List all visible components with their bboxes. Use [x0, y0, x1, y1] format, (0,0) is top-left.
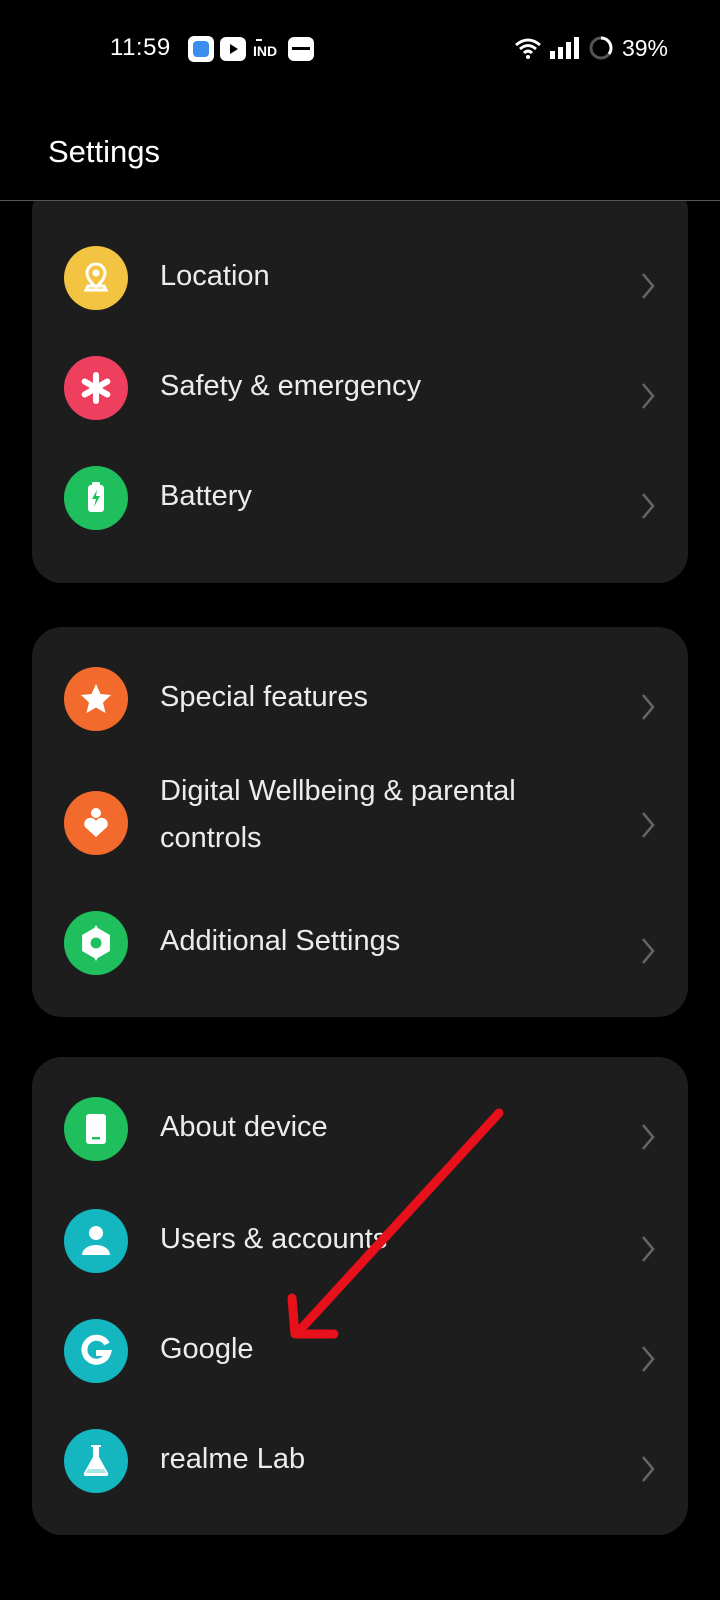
settings-item-safety[interactable]: Safety & emergency [32, 341, 688, 451]
item-label: Battery [160, 480, 252, 512]
settings-card-2: Special features Digital Wellbeing & par… [32, 627, 688, 1017]
chevron-right-icon [642, 812, 655, 838]
settings-card-1: Location Safety & emergency Battery [32, 201, 688, 583]
settings-list[interactable]: Location Safety & emergency Battery Spec… [0, 201, 720, 1600]
page-title: Settings [48, 134, 161, 169]
asterisk-icon [64, 356, 128, 420]
ind-icon: IND [253, 39, 277, 59]
item-label: Special features [160, 681, 368, 713]
signal-icon [549, 37, 579, 59]
chevron-right-icon [642, 273, 655, 299]
user-icon [64, 1209, 128, 1273]
settings-item-battery[interactable]: Battery [32, 451, 688, 561]
gear-icon [64, 911, 128, 975]
svg-text:IND: IND [253, 43, 277, 59]
status-bar: 11:59 IND 39% [0, 0, 720, 96]
item-label: Users & accounts [160, 1223, 388, 1255]
chevron-right-icon [642, 1124, 655, 1150]
settings-item-google[interactable]: Google [32, 1297, 688, 1407]
wifi-icon [514, 38, 541, 59]
chevron-right-icon [642, 1236, 655, 1262]
chevron-right-icon [642, 1346, 655, 1372]
star-icon [64, 667, 128, 731]
battery-icon [64, 466, 128, 530]
item-label: About device [160, 1111, 328, 1143]
chevron-right-icon [642, 383, 655, 409]
zomato-icon [288, 37, 314, 61]
settings-item-about-device[interactable]: About device [32, 1077, 688, 1187]
phone-icon [64, 1097, 128, 1161]
chevron-right-icon [642, 938, 655, 964]
settings-item-realme-lab[interactable]: realme Lab [32, 1407, 688, 1517]
location-icon [64, 246, 128, 310]
flask-icon [64, 1429, 128, 1493]
google-icon [64, 1319, 128, 1383]
battery-ring-icon [589, 36, 613, 60]
item-label-line2: controls [160, 822, 262, 854]
item-label: Google [160, 1333, 254, 1365]
settings-item-location[interactable]: Location [32, 231, 688, 341]
chevron-right-icon [642, 1456, 655, 1482]
item-label: Location [160, 260, 270, 292]
settings-item-special-features[interactable]: Special features [32, 647, 688, 757]
item-label: Additional Settings [160, 925, 401, 957]
item-label-line1: Digital Wellbeing & parental [160, 775, 516, 807]
settings-item-additional-settings[interactable]: Additional Settings [32, 897, 688, 1007]
item-label: realme Lab [160, 1443, 306, 1475]
settings-item-digital-wellbeing[interactable]: Digital Wellbeing & parental controls [32, 757, 688, 897]
status-right: 39% [514, 34, 668, 62]
app-icon [188, 36, 214, 62]
youtube-icon [220, 37, 246, 61]
chevron-right-icon [642, 694, 655, 720]
item-label: Safety & emergency [160, 370, 422, 402]
chevron-right-icon [642, 493, 655, 519]
heart-person-icon [64, 791, 128, 855]
app-header: Settings [0, 96, 720, 201]
settings-item-users-accounts[interactable]: Users & accounts [32, 1187, 688, 1297]
status-time: 11:59 [110, 34, 171, 61]
battery-percent: 39% [621, 34, 668, 61]
settings-card-3: About device Users & accounts Google rea… [32, 1057, 688, 1535]
